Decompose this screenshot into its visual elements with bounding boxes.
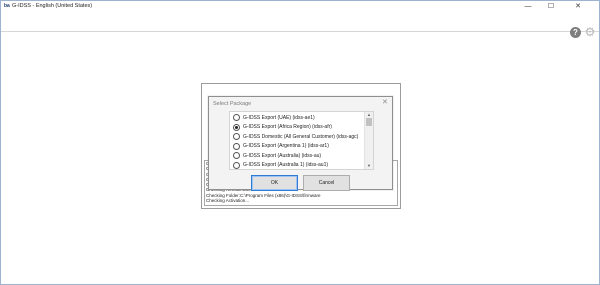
close-window-button[interactable]: ✕ [568,1,588,12]
package-option[interactable]: G-IDSS Export (UAE) (idss-ae1) [233,113,315,122]
package-option[interactable]: G-IDSS Domestic (All General Customer) (… [233,132,358,141]
ok-button[interactable]: OK [251,175,298,191]
package-label: G-IDSS Export (Australia) (idss-au) [243,152,322,159]
app-window: ba G-IDSS - English (United States) — ☐ … [0,0,600,285]
radio-button[interactable] [233,161,240,169]
radio-button[interactable] [233,142,240,150]
minimize-button[interactable]: — [518,1,538,12]
radio-button[interactable] [233,133,240,140]
dialog-title: Select Package [213,101,252,107]
scroll-thumb[interactable] [366,118,372,126]
dialog-close-icon[interactable]: ✕ [382,99,388,107]
radio-button-selected[interactable] [233,123,240,131]
radio-button[interactable] [233,152,240,159]
window-title: G-IDSS - English (United States) [12,3,93,9]
package-list[interactable]: G-IDSS Export (UAE) (idss-ae1) G-IDSS Ex… [229,111,374,170]
help-icon[interactable]: ? [570,27,581,38]
package-label: G-IDSS Export (UAE) (idss-ae1) [243,114,315,121]
package-label: G-IDSS Export (Africa Region) (idss-afr) [243,124,332,130]
package-option[interactable]: G-IDSS Export (Africa Region) (idss-afr) [233,123,332,132]
cancel-button[interactable]: Cancel [303,175,350,191]
package-option[interactable]: G-IDSS Export (Australia) (idss-au) [233,151,321,160]
scroll-down-icon[interactable]: ▼ [365,163,373,169]
package-label: G-IDSS Domestic (All General Customer) (… [243,133,359,140]
package-label: G-IDSS Export (Argentina 1) (idss-ar1) [243,143,329,149]
app-header: ? ⚙ [1,13,599,38]
maximize-button[interactable]: ☐ [541,1,561,12]
title-bar: ba G-IDSS - English (United States) — ☐ … [1,1,599,13]
log-line: Checking Activation... [206,198,250,204]
radio-button[interactable] [233,114,240,121]
package-label: G-IDSS Export (Australia 1) (idss-au1) [243,162,329,168]
select-package-dialog: Select Package ✕ G-IDSS Export (UAE) (id… [208,96,393,191]
settings-icon[interactable]: ⚙ [584,26,596,38]
package-option[interactable]: G-IDSS Export (Argentina 1) (idss-ar1) [233,142,329,151]
package-option[interactable]: G-IDSS Export (Australia 1) (idss-au1) [233,161,328,170]
app-logo-icon: ba [4,3,10,9]
package-list-scrollbar[interactable]: ▲ ▼ [364,112,373,169]
